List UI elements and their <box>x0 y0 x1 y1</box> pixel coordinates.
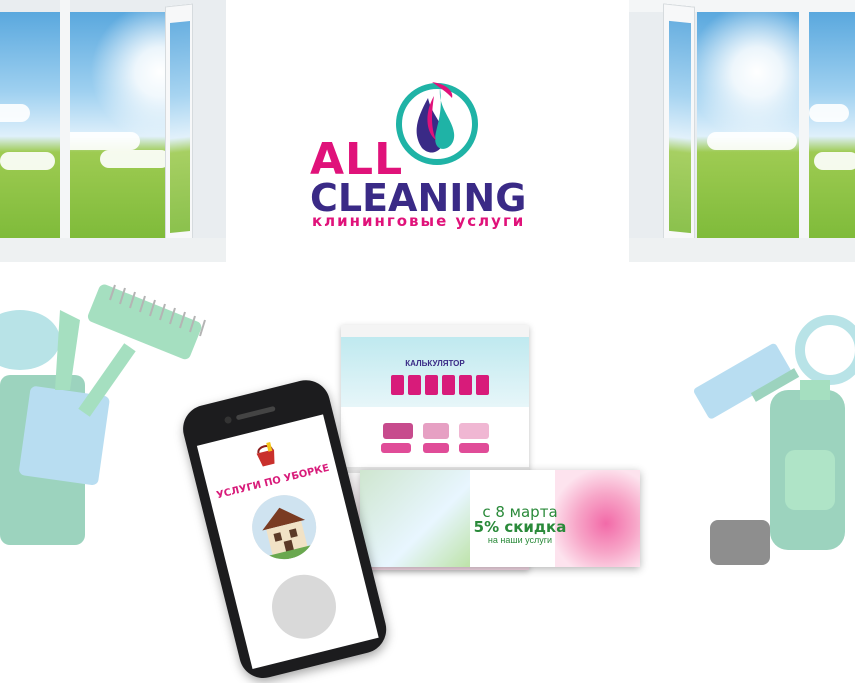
phone-screen: УСЛУГИ ПО УБОРКЕ <box>196 414 379 670</box>
cleaning-tools-left-image <box>0 284 206 545</box>
brand-logo: ALL CLEANING клининговые услуги <box>300 78 562 238</box>
cleaning-bucket-icon <box>256 442 275 467</box>
cleaning-tools-right-image <box>693 315 855 565</box>
window-left-image <box>0 0 226 262</box>
window-right-image <box>629 0 855 262</box>
window-left-glass-1 <box>0 12 60 238</box>
window-right-glass-2 <box>809 12 855 238</box>
service-image <box>265 567 343 646</box>
website-heading: КАЛЬКУЛЯТОР <box>405 359 465 368</box>
logo-tagline: клининговые услуги <box>312 212 526 230</box>
window-right-glass-1 <box>697 12 799 238</box>
banner-discount: 5% скидка <box>473 518 567 536</box>
window-left-glass-2 <box>70 12 170 238</box>
house-image <box>245 488 323 566</box>
banner-subtitle: на наши услуги <box>487 535 553 545</box>
drop-logo-icon <box>396 82 478 165</box>
